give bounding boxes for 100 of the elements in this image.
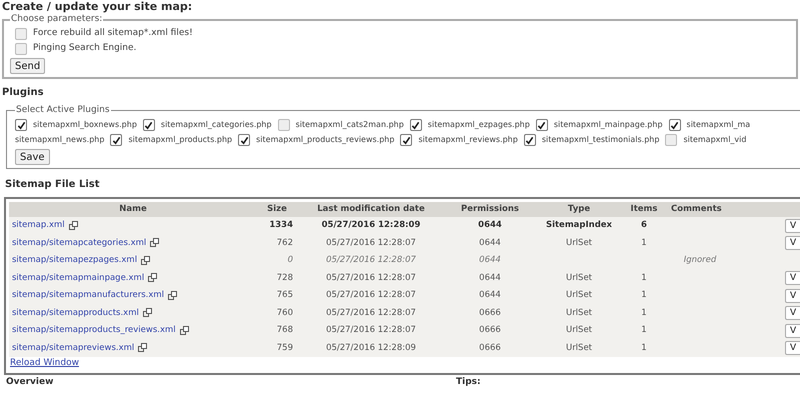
table-cell: 05/27/2016 12:28:07 <box>297 234 445 252</box>
new-window-icon <box>142 308 152 318</box>
plugin-label: sitemapxml_news.php <box>15 134 104 146</box>
option-label: Force rebuild all sitemap*.xml files! <box>33 27 193 40</box>
option-label: Pinging Search Engine. <box>33 42 136 56</box>
table-cell: 759 <box>257 340 297 357</box>
new-window-icon <box>68 220 78 230</box>
column-header: Comments <box>665 202 735 217</box>
table-cell: 05/27/2016 12:28:09 <box>297 340 445 357</box>
save-button[interactable]: Save <box>15 148 50 164</box>
table-cell: 05/27/2016 12:28:07 <box>297 322 445 340</box>
table-cell: 0666 <box>445 322 535 340</box>
table-cell: UrlSet <box>566 325 592 336</box>
file-link[interactable]: sitemap/sitemapproducts.xml <box>12 308 139 318</box>
checkbox[interactable] <box>400 134 412 146</box>
checkmark-icon <box>144 120 154 130</box>
table-cell: 1 <box>641 272 647 283</box>
checkbox[interactable] <box>410 119 422 131</box>
table-cell: 1 <box>641 342 647 353</box>
table-cell: 0666 <box>445 304 535 322</box>
plugin-label: sitemapxml_products.php <box>128 134 232 146</box>
checkbox[interactable] <box>142 119 155 131</box>
checkmark-icon <box>16 120 26 130</box>
table-cell: 760 <box>257 304 297 322</box>
table-cell: UrlSet <box>566 272 592 283</box>
new-window-icon <box>168 290 178 300</box>
plugin-label: sitemapxml_ma <box>686 119 750 131</box>
plugin-label: sitemapxml_boxnews.php <box>33 119 137 131</box>
file-link[interactable]: sitemap.xml <box>12 220 65 230</box>
file-link[interactable]: sitemap/sitemapmanufacturers.xml <box>12 290 164 300</box>
checkbox[interactable] <box>524 134 536 146</box>
checkbox[interactable] <box>15 43 27 55</box>
file-link[interactable]: sitemap/sitemapproducts_reviews.xml <box>12 325 176 336</box>
table-cell: 728 <box>257 270 297 287</box>
table-cell: 05/27/2016 12:28:07 <box>297 287 445 304</box>
table-cell: 765 <box>257 287 297 304</box>
view-button[interactable]: V <box>785 218 800 233</box>
table-cell: 1 <box>641 308 647 318</box>
checkbox[interactable] <box>238 134 250 146</box>
file-link[interactable]: sitemap/sitemapezpages.xml <box>12 255 138 266</box>
column-header: Size <box>257 202 297 217</box>
table-cell: 05/27/2016 12:28:07 <box>297 252 445 270</box>
new-window-icon <box>138 343 148 352</box>
panel-legend: Select Active Plugins <box>15 104 111 118</box>
column-header: Name <box>9 202 257 217</box>
new-window-icon <box>180 326 189 335</box>
view-button[interactable]: V <box>785 324 800 338</box>
table-cell: 762 <box>257 234 297 252</box>
checkmark-icon <box>112 136 121 144</box>
checkbox[interactable] <box>110 134 122 146</box>
section-heading: Overview <box>6 376 54 388</box>
file-link[interactable]: sitemap/sitemapcategories.xml <box>12 238 146 248</box>
table-cell: 1 <box>641 325 647 336</box>
view-button[interactable]: V <box>785 236 800 250</box>
column-header: Permissions <box>445 202 535 217</box>
table-cell: 0 <box>257 252 297 270</box>
checkbox[interactable] <box>15 28 27 40</box>
plugin-label: sitemapxml_vid <box>683 134 746 146</box>
checkbox[interactable] <box>665 134 678 146</box>
table-cell: 6 <box>641 220 647 230</box>
column-header: Last modification date <box>297 202 445 217</box>
reload-link[interactable]: Reload Window <box>10 358 79 368</box>
view-button[interactable]: V <box>785 288 800 303</box>
table-cell: 05/27/2016 12:28:09 <box>297 217 445 234</box>
table-cell: 768 <box>257 322 297 340</box>
table-cell: 0644 <box>445 270 535 287</box>
plugin-label: sitemapxml_testimonials.php <box>542 134 660 146</box>
page-title: Create / update your site map: <box>2 0 194 13</box>
section-heading: Tips: <box>456 376 481 388</box>
file-link[interactable]: sitemap/sitemapreviews.xml <box>12 342 134 353</box>
table-cell: UrlSet <box>566 238 592 248</box>
table-cell: 05/27/2016 12:28:07 <box>297 270 445 287</box>
table-cell: UrlSet <box>566 342 592 353</box>
checkbox[interactable] <box>668 119 681 131</box>
table-cell: 0644 <box>445 287 535 304</box>
table-cell: 0644 <box>445 217 535 234</box>
view-button[interactable]: V <box>785 271 800 286</box>
table-cell: 05/27/2016 12:28:07 <box>297 304 445 322</box>
column-header: Type <box>535 202 623 217</box>
checkbox[interactable] <box>278 119 290 131</box>
file-link[interactable]: sitemap/sitemapmainpage.xml <box>12 272 144 283</box>
section-heading: Sitemap File List <box>5 178 100 192</box>
table-cell: 1 <box>641 238 647 248</box>
send-button[interactable]: Send <box>10 58 46 74</box>
checkbox[interactable] <box>536 119 548 131</box>
view-button[interactable]: V <box>785 341 800 356</box>
table-cell: Ignored <box>684 255 716 266</box>
plugin-label: sitemapxml_reviews.php <box>418 134 518 146</box>
table-cell: UrlSet <box>566 290 592 300</box>
table-cell: 0666 <box>445 340 535 357</box>
table-cell: 1 <box>641 290 647 300</box>
plugin-label: sitemapxml_ezpages.php <box>428 119 530 131</box>
plugin-label: sitemapxml_cats2man.php <box>296 119 404 131</box>
plugin-label: sitemapxml_mainpage.php <box>554 119 663 131</box>
checkbox[interactable] <box>15 119 27 131</box>
checkmark-icon <box>240 136 249 144</box>
table-cell: 0644 <box>445 234 535 252</box>
view-button[interactable]: V <box>785 306 800 320</box>
column-header: Items <box>623 202 665 217</box>
table-cell: 1334 <box>257 217 297 234</box>
